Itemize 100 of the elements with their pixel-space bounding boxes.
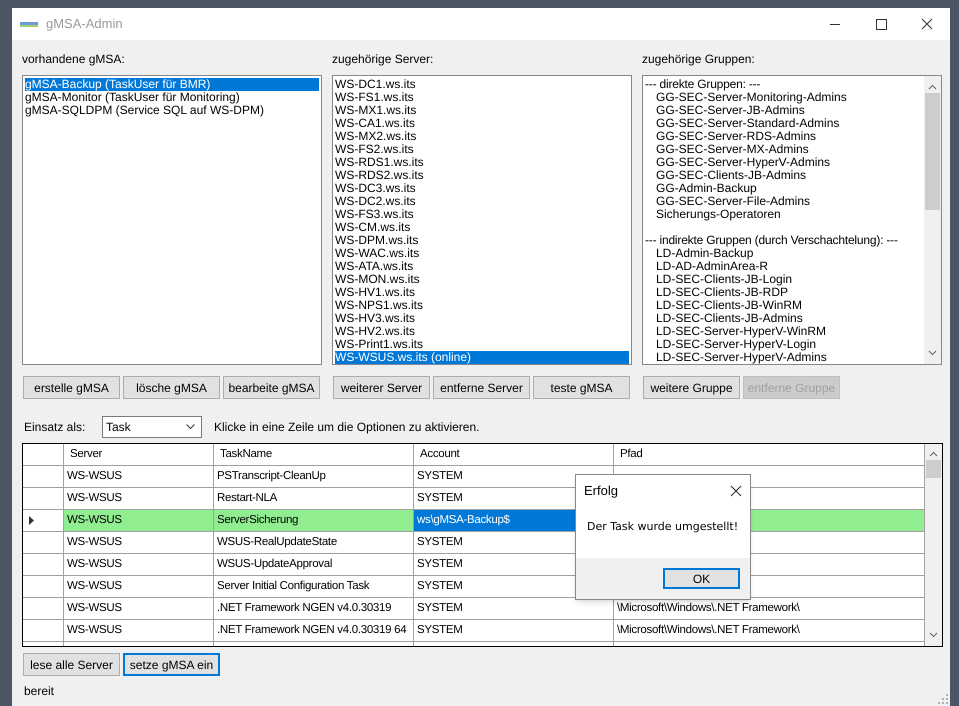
action-button[interactable]: weitere Gruppe xyxy=(643,376,740,399)
list-item[interactable]: LD-SEC-Clients-JB-Login xyxy=(645,273,922,286)
table-cell: WS-WSUS xyxy=(67,624,122,636)
close-icon[interactable] xyxy=(730,485,742,497)
window-title: gMSA-Admin xyxy=(46,15,123,34)
list-item[interactable]: LD-SEC-Clients-JB-Admins xyxy=(645,312,922,325)
list-item[interactable]: LD-SEC-Clients-JB-WinRM xyxy=(645,299,922,312)
action-button[interactable]: bearbeite gMSA xyxy=(223,376,320,399)
list-item[interactable]: WS-FS2.ws.its xyxy=(335,143,629,156)
ok-button[interactable]: OK xyxy=(663,568,740,589)
list-item[interactable]: WS-RDS2.ws.its xyxy=(335,169,629,182)
table-cell: WS-WSUS xyxy=(67,492,122,504)
list-item[interactable]: GG-SEC-Server-File-Admins xyxy=(645,195,922,208)
table-cell: SYSTEM xyxy=(417,470,462,482)
table-cell: PSTranscript-CleanUp xyxy=(217,470,326,482)
list-item[interactable]: GG-SEC-Server-JB-Admins xyxy=(645,104,922,117)
resize-grip-icon[interactable] xyxy=(938,694,948,704)
dialog-message: Der Task wurde umgestellt! xyxy=(587,519,740,535)
list-item[interactable]: GG-Admin-Backup xyxy=(645,182,922,195)
list-item[interactable]: WS-FS3.ws.its xyxy=(335,208,629,221)
action-button[interactable]: teste gMSA xyxy=(533,376,630,399)
list-item[interactable]: WS-ATA.ws.its xyxy=(335,260,629,273)
panel-label: zugehörige Gruppen: xyxy=(642,51,756,67)
action-button[interactable]: lese alle Server xyxy=(23,653,120,676)
server-list[interactable] xyxy=(332,75,632,365)
hint-text: Klicke in eine Zeile um die Optionen zu aktivieren. xyxy=(214,418,480,436)
list-item[interactable]: WS-MON.ws.its xyxy=(335,273,629,286)
action-button[interactable]: entferne Server xyxy=(433,376,530,399)
table-cell: Server Initial Configuration Task xyxy=(217,580,370,592)
table-cell: SYSTEM xyxy=(417,624,462,636)
list-item[interactable]: LD-Admin-Backup xyxy=(645,247,922,260)
list-item[interactable]: WS-WAC.ws.its xyxy=(335,247,629,260)
table-cell: WSUS-RealUpdateState xyxy=(217,536,337,548)
table-cell: SYSTEM xyxy=(417,580,462,592)
app-icon xyxy=(20,20,38,28)
section-heading[interactable]: --- direkte Gruppen: --- xyxy=(645,78,922,91)
list-item[interactable]: gMSA-Backup (TaskUser für BMR) xyxy=(25,78,319,91)
action-button[interactable]: erstelle gMSA xyxy=(23,376,120,399)
usage-label: Einsatz als: xyxy=(24,418,86,436)
list-item[interactable]: GG-SEC-Server-MX-Admins xyxy=(645,143,922,156)
list-item[interactable]: Sicherungs-Operatoren xyxy=(645,208,922,221)
table-cell: SYSTEM xyxy=(417,492,462,504)
list-item[interactable]: WS-HV2.ws.its xyxy=(335,325,629,338)
list-item[interactable]: WS-MX1.ws.its xyxy=(335,104,629,117)
table-cell: ServerSicherung xyxy=(217,514,298,526)
caret-icon xyxy=(186,424,195,430)
list-item[interactable]: WS-RDS1.ws.its xyxy=(335,156,629,169)
action-button[interactable]: lösche gMSA xyxy=(123,376,220,399)
list-item[interactable]: LD-SEC-Server-HyperV-Admins xyxy=(645,351,922,364)
table-cell: \Microsoft\Windows\.NET Framework\ xyxy=(617,602,800,614)
list-item[interactable]: WS-CM.ws.its xyxy=(335,221,629,234)
list-item[interactable]: GG-SEC-Server-RDS-Admins xyxy=(645,130,922,143)
gmsa-list[interactable]: gMSA-Backup (TaskUser für BMR) gMSA-Monitor (TaskUser für Monitoring) gMSA-SQLDPM (Service SQL auf WS-DPM) xyxy=(22,75,322,365)
list-item[interactable]: WS-Print1.ws.its xyxy=(335,338,629,351)
list-item[interactable]: WS-MX2.ws.its xyxy=(335,130,629,143)
list-item[interactable]: WS-DC2.ws.its xyxy=(335,195,629,208)
table-row[interactable]: WS-WSUS .NET Framework NGEN v4.0.30319 SYSTEM \Microsoft\Windows\.NET Framework\ xyxy=(23,598,925,620)
column-header[interactable]: Account xyxy=(414,444,614,465)
list-item[interactable]: WS-NPS1.ws.its xyxy=(335,299,629,312)
list-item[interactable]: WS-DC1.ws.its xyxy=(335,78,629,91)
list-item[interactable]: GG-SEC-Server-Standard-Admins xyxy=(645,117,922,130)
panel-label: vorhandene gMSA: xyxy=(22,51,126,67)
table-cell: WS-WSUS xyxy=(67,536,122,548)
scrollbar[interactable] xyxy=(924,76,941,364)
list-item[interactable]: GG-SEC-Clients-JB-Admins xyxy=(645,169,922,182)
list-item[interactable]: WS-DPM.ws.its xyxy=(335,234,629,247)
section-heading[interactable]: --- indirekte Gruppen (durch Verschachtelung): --- xyxy=(645,234,922,247)
list-item[interactable]: WS-WSUS.ws.its (online) xyxy=(335,351,629,364)
table-cell: \Microsoft\Windows\.NET Framework\ xyxy=(617,624,800,636)
table-cell: WS-WSUS xyxy=(67,558,122,570)
list-item[interactable]: WS-DC3.ws.its xyxy=(335,182,629,195)
table-cell: Restart-NLA xyxy=(217,492,277,504)
table-cell: WS-WSUS xyxy=(67,470,122,482)
list-item[interactable]: LD-SEC-Server-HyperV-Login xyxy=(645,338,922,351)
table-cell: SYSTEM xyxy=(417,602,462,614)
list-item[interactable]: GG-SEC-Server-HyperV-Admins xyxy=(645,156,922,169)
action-button[interactable]: setze gMSA ein xyxy=(123,653,220,676)
table-cell: WS-WSUS xyxy=(67,602,122,614)
action-button[interactable]: weiterer Server xyxy=(333,376,430,399)
list-item[interactable]: gMSA-Monitor (TaskUser für Monitoring) xyxy=(25,91,319,104)
list-item[interactable]: GG-SEC-Server-Monitoring-Admins xyxy=(645,91,922,104)
table-cell: SYSTEM xyxy=(417,558,462,570)
list-item[interactable]: WS-HV3.ws.its xyxy=(335,312,629,325)
list-item[interactable]: gMSA-SQLDPM (Service SQL auf WS-DPM) xyxy=(25,104,319,117)
usage-dropdown[interactable]: Task xyxy=(102,416,202,438)
list-item[interactable]: LD-SEC-Server-HyperV-WinRM xyxy=(645,325,922,338)
list-item[interactable]: WS-CA1.ws.its xyxy=(335,117,629,130)
list-item[interactable]: WS-FS1.ws.its xyxy=(335,91,629,104)
table-cell: ws\gMSA-Backup$ xyxy=(417,514,510,526)
column-header[interactable]: TaskName xyxy=(214,444,414,465)
table-cell: WS-WSUS xyxy=(67,580,122,592)
list-item[interactable]: WS-HV1.ws.its xyxy=(335,286,629,299)
group-list[interactable] xyxy=(642,75,942,365)
table-row[interactable]: WS-WSUS .NET Framework NGEN v4.0.30319 64 SYSTEM \Microsoft\Windows\.NET Framework\ xyxy=(23,620,925,642)
column-header[interactable]: Server xyxy=(64,444,214,465)
table-cell: .NET Framework NGEN v4.0.30319 64 xyxy=(217,624,406,636)
table-cell: WSUS-UpdateApproval xyxy=(217,558,332,570)
list-item[interactable]: LD-SEC-Clients-JB-RDP xyxy=(645,286,922,299)
list-item[interactable]: LD-AD-AdminArea-R xyxy=(645,260,922,273)
table-cell: .NET Framework NGEN v4.0.30319 xyxy=(217,602,392,614)
